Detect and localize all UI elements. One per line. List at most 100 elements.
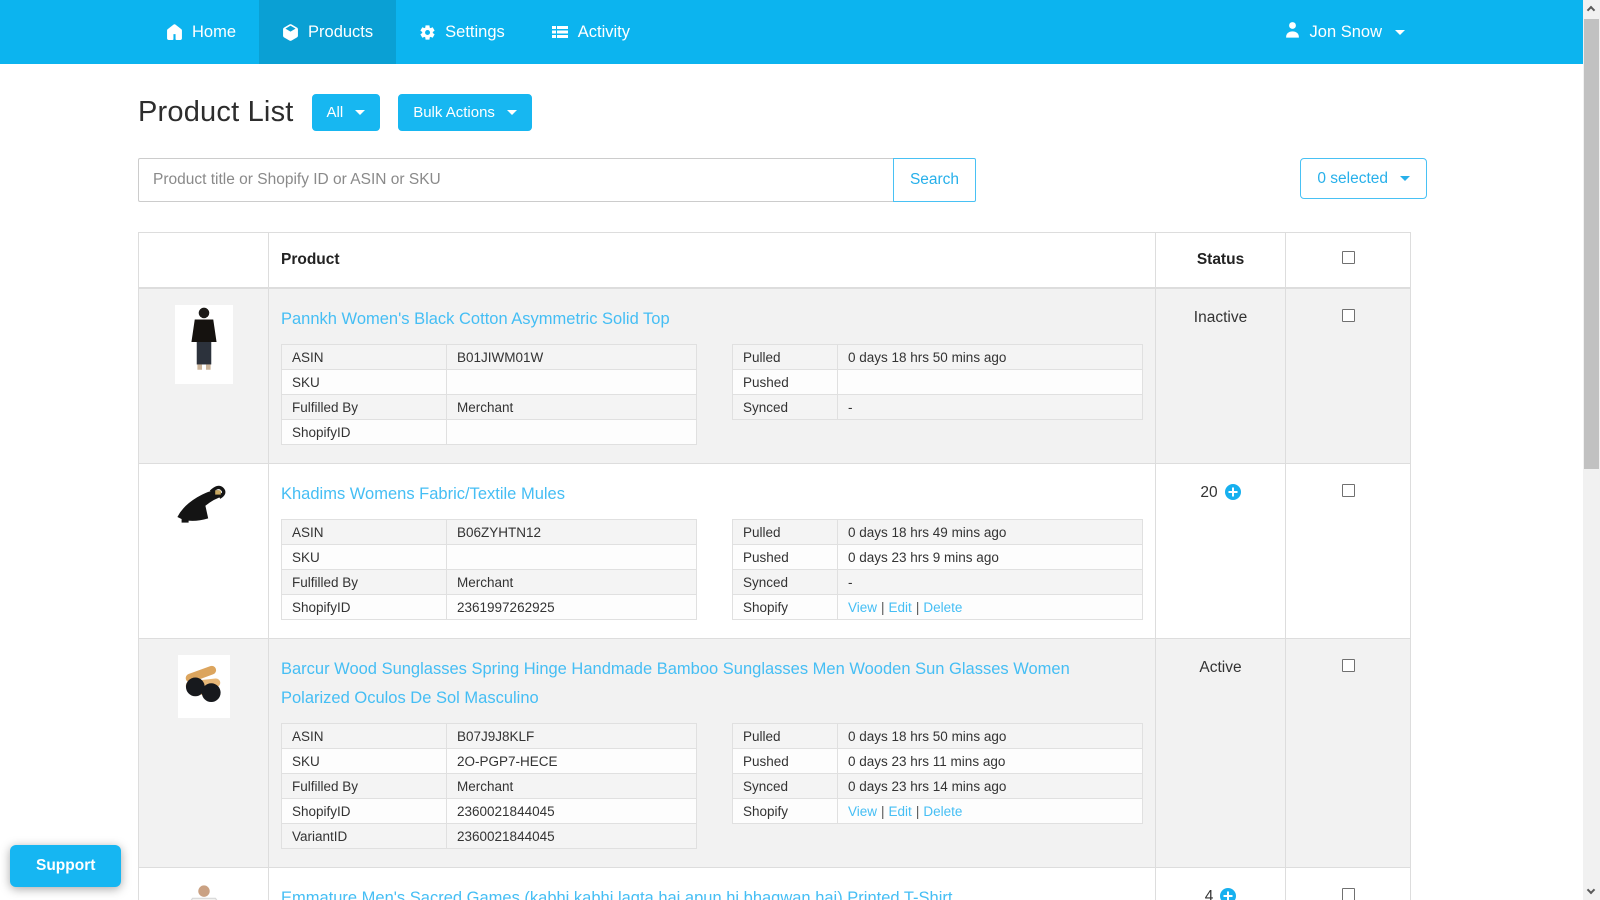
table-row: Emmature Men's Sacred Games (kabhi kabhi… (138, 867, 1411, 900)
sync-label: Shopify (732, 594, 838, 620)
selected-dropdown-button[interactable]: 0 selected (1300, 158, 1427, 199)
link-separator: | (881, 599, 885, 615)
detail-value: 2360021844045 (446, 823, 697, 849)
nav-label-products: Products (308, 22, 374, 41)
detail-value: 2O-PGP7-HECE (446, 748, 697, 774)
bulk-actions-label: Bulk Actions (413, 104, 495, 121)
variant-count: 20 (1200, 484, 1218, 501)
detail-label: ASIN (281, 344, 447, 370)
variant-count: 4 (1204, 888, 1214, 900)
user-icon (1284, 21, 1301, 43)
sync-label: Pushed (732, 544, 838, 570)
sync-value: - (837, 569, 1143, 595)
detail-label: SKU (281, 544, 447, 570)
chevron-down-icon (1400, 176, 1410, 181)
detail-label: SKU (281, 369, 447, 395)
nav-item-settings[interactable]: Settings (396, 0, 528, 64)
sync-value: 0 days 23 hrs 14 mins ago (837, 773, 1143, 799)
product-table: Product Status Pannkh Women's Black Cott… (138, 232, 1411, 900)
link-separator: | (915, 599, 920, 615)
bulk-actions-button[interactable]: Bulk Actions (398, 94, 532, 131)
product-title-link[interactable]: Pannkh Women's Black Cotton Asymmetric S… (281, 305, 670, 334)
detail-label: SKU (281, 748, 447, 774)
table-row: Pannkh Women's Black Cotton Asymmetric S… (138, 287, 1411, 464)
delete-link[interactable]: Delete (923, 600, 962, 615)
detail-value: 2361997262925 (446, 594, 697, 620)
row-checkbox[interactable] (1341, 309, 1355, 322)
user-menu[interactable]: Jon Snow (1284, 0, 1405, 64)
product-info-table: ASIN B06ZYHTN12 SKU Fulfilled By Merchant … (281, 519, 697, 620)
edit-link[interactable]: Edit (889, 804, 912, 819)
scroll-down-icon[interactable] (1586, 885, 1596, 895)
table-list-icon (551, 24, 569, 40)
row-checkbox[interactable] (1341, 484, 1355, 497)
product-title-link[interactable]: Emmature Men's Sacred Games (kabhi kabhi… (281, 884, 952, 900)
thumbnail-cell (138, 287, 269, 464)
product-title-link[interactable]: Khadims Womens Fabric/Textile Mules (281, 480, 565, 509)
sync-value: 0 days 23 hrs 9 mins ago (837, 544, 1143, 570)
status-cell: 4 (1155, 867, 1286, 900)
select-all-header (1285, 232, 1411, 289)
row-checkbox[interactable] (1341, 659, 1355, 672)
scroll-up-icon[interactable] (1586, 5, 1596, 15)
status-badge: Active (1199, 659, 1242, 676)
product-details: ASIN B01JIWM01W SKU Fulfilled By Merchant … (281, 344, 1143, 445)
nav-item-products[interactable]: Products (259, 0, 397, 64)
search-button[interactable]: Search (893, 158, 976, 202)
filter-dropdown-button[interactable]: All (311, 94, 381, 131)
nav-label-home: Home (192, 22, 237, 41)
sync-value: - (837, 394, 1143, 420)
nav-item-activity[interactable]: Activity (528, 0, 653, 64)
selected-count-label: 0 selected (1317, 169, 1388, 187)
detail-value: 2360021844045 (446, 798, 697, 824)
sync-label: Pulled (732, 344, 838, 370)
detail-value: Merchant (446, 773, 697, 799)
product-thumbnail (177, 655, 230, 718)
status-column-header: Status (1155, 232, 1286, 289)
detail-label: VariantID (281, 823, 447, 849)
nav-item-home[interactable]: Home (143, 0, 259, 64)
detail-label: ASIN (281, 519, 447, 545)
nav-label-settings: Settings (445, 22, 505, 41)
status-badge: Inactive (1193, 309, 1248, 326)
sync-label: Synced (732, 569, 838, 595)
product-details: ASIN B07J9J8KLF SKU 2O-PGP7-HECE Fulfilled… (281, 723, 1143, 849)
add-variant-icon[interactable] (1220, 888, 1237, 900)
thumbnail-cell (138, 463, 269, 639)
view-link[interactable]: View (848, 600, 877, 615)
select-cell (1285, 463, 1411, 639)
delete-link[interactable]: Delete (923, 804, 962, 819)
vertical-scrollbar[interactable] (1583, 0, 1600, 900)
product-column-header: Product (268, 232, 1156, 289)
row-checkbox[interactable] (1341, 888, 1355, 900)
product-title-link[interactable]: Barcur Wood Sunglasses Spring Hinge Hand… (281, 655, 1143, 713)
sync-info-table: Pulled 0 days 18 hrs 50 mins ago Pushed 0 … (732, 723, 1143, 824)
sync-value: 0 days 18 hrs 49 mins ago (837, 519, 1143, 545)
table-header-row: Product Status (138, 232, 1411, 289)
product-cell: Khadims Womens Fabric/Textile Mules ASIN… (268, 463, 1156, 639)
main-content: Product List All Bulk Actions Search 0 s… (0, 94, 1600, 900)
sync-label: Pulled (732, 519, 838, 545)
table-row: Barcur Wood Sunglasses Spring Hinge Hand… (138, 638, 1411, 868)
link-separator: | (915, 803, 920, 819)
select-all-checkbox[interactable] (1341, 251, 1355, 264)
image-column-header (138, 232, 269, 289)
edit-link[interactable]: Edit (889, 600, 912, 615)
sync-label: Pulled (732, 723, 838, 749)
chevron-down-icon (506, 110, 517, 115)
scrollbar-thumb[interactable] (1584, 19, 1599, 469)
status-cell: Inactive (1155, 287, 1286, 464)
gear-icon (419, 24, 436, 41)
support-button[interactable]: Support (10, 845, 122, 887)
sync-label: Pushed (732, 748, 838, 774)
search-input[interactable] (138, 158, 893, 202)
product-thumbnail (168, 480, 239, 531)
detail-value (446, 419, 697, 445)
sync-value: 0 days 18 hrs 50 mins ago (837, 723, 1143, 749)
detail-label: ShopifyID (281, 594, 447, 620)
view-link[interactable]: View (848, 804, 877, 819)
detail-label: Fulfilled By (281, 569, 447, 595)
add-variant-icon[interactable] (1224, 484, 1241, 505)
home-icon (166, 23, 183, 41)
product-thumbnail (177, 884, 230, 900)
